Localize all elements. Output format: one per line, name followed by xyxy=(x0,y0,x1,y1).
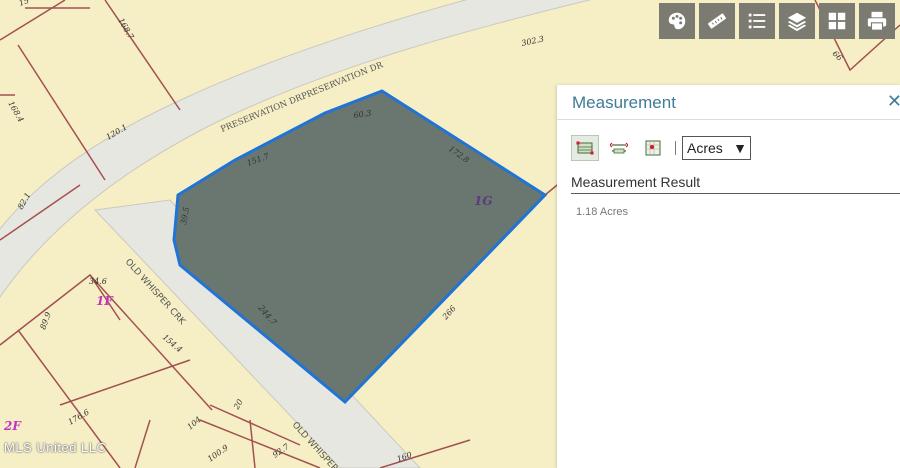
area-tool-button[interactable] xyxy=(571,135,599,161)
dim-label: 168.4 xyxy=(6,100,25,124)
unit-value: Acres xyxy=(687,140,723,156)
measurement-panel: Measurement ✕ Acres ▼ Measurement Result… xyxy=(557,85,900,468)
measure-button[interactable] xyxy=(699,3,735,39)
map-toolbar xyxy=(659,3,895,39)
palette-icon xyxy=(668,12,686,30)
dim-label: 34.6 xyxy=(89,277,107,286)
legend-button[interactable] xyxy=(739,3,775,39)
location-tool-icon xyxy=(645,140,661,156)
dropdown-arrow-icon: ▼ xyxy=(733,140,747,156)
print-button[interactable] xyxy=(859,3,895,39)
lot-id-2f: 2F xyxy=(3,419,22,433)
ruler-icon xyxy=(708,13,726,29)
tool-separator xyxy=(675,141,676,155)
dim-label: 100.9 xyxy=(206,443,230,464)
distance-tool-button[interactable] xyxy=(605,135,633,161)
panel-title: Measurement xyxy=(572,93,676,112)
watermark: MLS United LLC xyxy=(4,440,107,455)
dim-label: 15 xyxy=(18,0,31,8)
unit-dropdown[interactable]: Acres ▼ xyxy=(682,136,751,160)
close-icon[interactable]: ✕ xyxy=(887,91,900,112)
layers-button[interactable] xyxy=(779,3,815,39)
measurement-tools: Acres ▼ xyxy=(571,135,751,161)
location-tool-button[interactable] xyxy=(639,135,667,161)
dim-label: 104 xyxy=(186,415,203,432)
basemap-button[interactable] xyxy=(819,3,855,39)
result-title: Measurement Result xyxy=(571,174,900,194)
lot-id-1f: 1F xyxy=(96,294,114,308)
area-tool-icon xyxy=(576,141,594,155)
result-value: 1.18 Acres xyxy=(576,206,628,218)
dim-label: 168.7 xyxy=(116,17,136,42)
subject-parcel[interactable] xyxy=(172,89,548,405)
dim-label: 66 xyxy=(831,49,845,63)
dim-label: 92.7 xyxy=(271,442,291,460)
dim-label: 154.4 xyxy=(161,333,184,355)
dim-label: 20 xyxy=(231,398,244,412)
lot-id-1g: 1G xyxy=(474,194,493,208)
panel-header: Measurement ✕ xyxy=(557,85,900,120)
print-icon xyxy=(867,11,887,31)
grid-icon xyxy=(828,12,846,30)
palette-button[interactable] xyxy=(659,3,695,39)
dim-label: 302.3 xyxy=(521,34,545,48)
distance-tool-icon xyxy=(610,142,628,154)
layers-icon xyxy=(787,12,807,32)
dim-label: 266 xyxy=(440,304,458,322)
legend-list-icon xyxy=(748,13,766,29)
